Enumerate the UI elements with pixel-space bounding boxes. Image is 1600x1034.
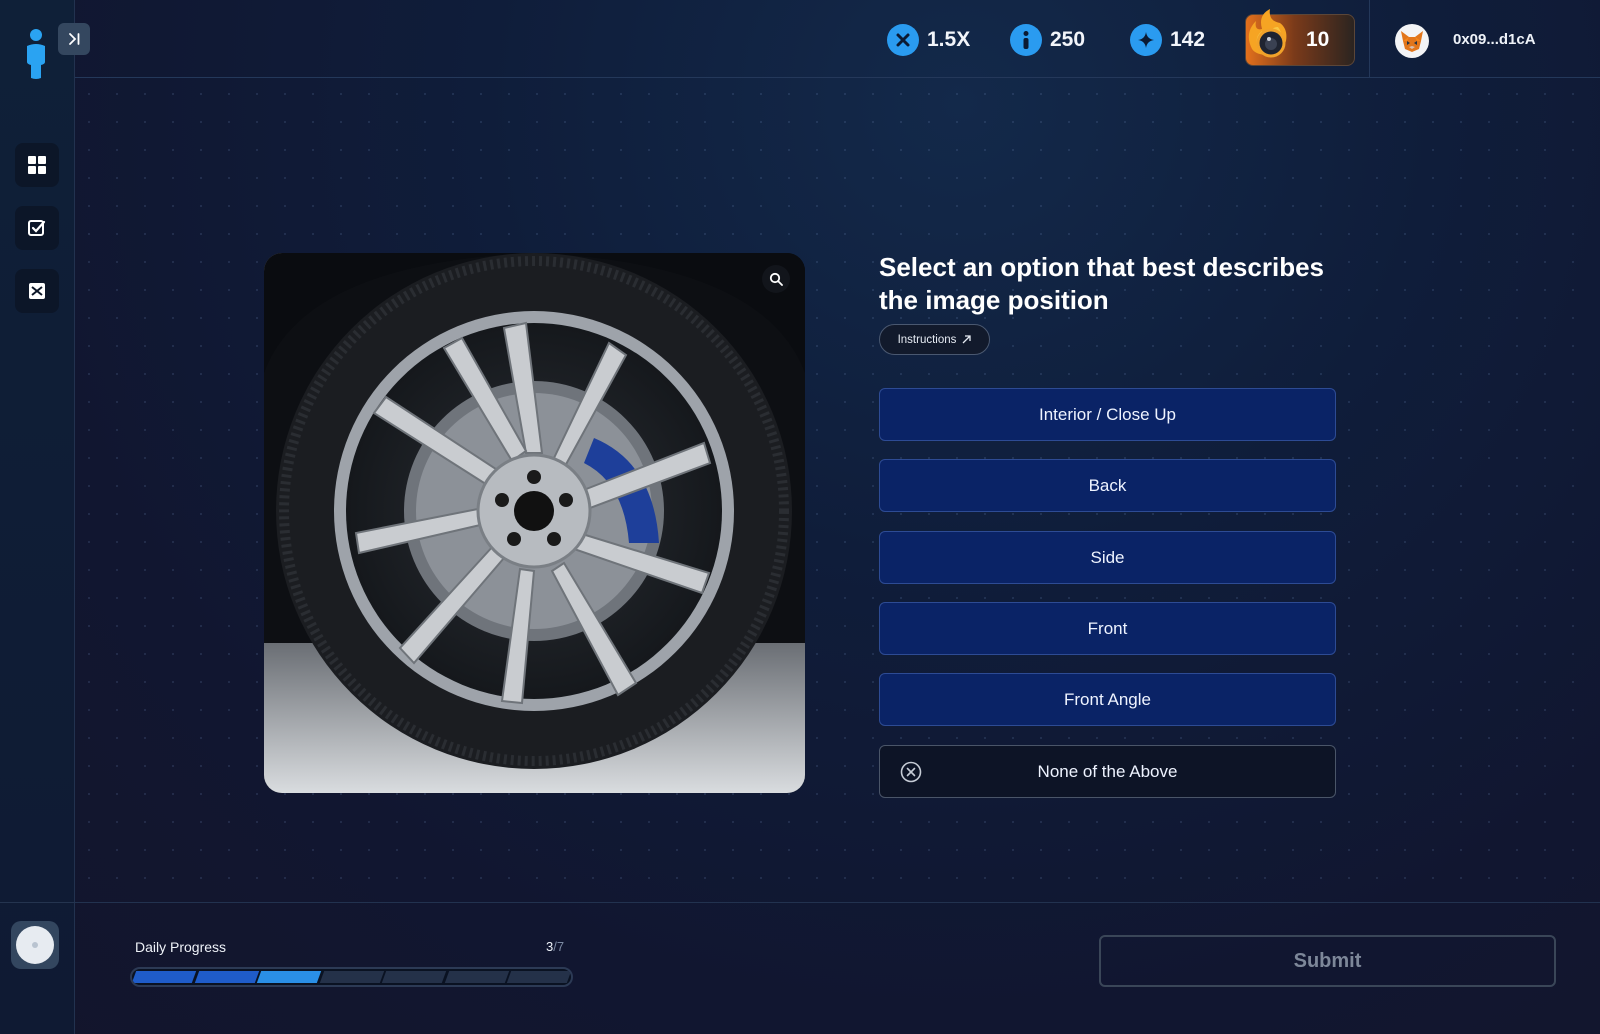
option-front[interactable]: Front bbox=[879, 602, 1336, 655]
progress-segment bbox=[382, 971, 447, 983]
sidebar-item-dashboard[interactable] bbox=[15, 143, 59, 187]
info-icon bbox=[1010, 24, 1042, 56]
task-image bbox=[264, 253, 805, 793]
option-label: None of the Above bbox=[1037, 761, 1178, 781]
wallet-address[interactable]: 0x09...d1cA bbox=[1453, 31, 1536, 48]
sidebar-item-tasks[interactable] bbox=[15, 206, 59, 250]
gems-stat: 142 bbox=[1130, 23, 1205, 57]
header-divider bbox=[1369, 0, 1370, 78]
sidebar-item-image-tasks[interactable] bbox=[15, 269, 59, 313]
daily-progress-count: 3/7 bbox=[546, 939, 564, 954]
multiplier-value: 1.5X bbox=[927, 28, 971, 51]
progress-segment bbox=[444, 971, 509, 983]
option-label: Back bbox=[1088, 475, 1127, 495]
external-link-icon bbox=[962, 335, 972, 344]
option-front-angle[interactable]: Front Angle bbox=[879, 673, 1336, 726]
option-back[interactable]: Back bbox=[879, 459, 1336, 512]
multiplier-icon bbox=[887, 24, 919, 56]
instructions-label: Instructions bbox=[897, 333, 957, 346]
option-interior-close-up[interactable]: Interior / Close Up bbox=[879, 388, 1336, 441]
gems-value: 142 bbox=[1170, 28, 1206, 51]
option-side[interactable]: Side bbox=[879, 531, 1336, 584]
footer-divider bbox=[75, 902, 1600, 903]
sparkle-icon bbox=[1130, 24, 1162, 56]
daily-progress-label: Daily Progress bbox=[135, 939, 227, 955]
flame-icon bbox=[1248, 9, 1287, 58]
option-label: Front bbox=[1087, 618, 1128, 638]
progress-segment bbox=[194, 971, 259, 983]
wallet-avatar[interactable] bbox=[1395, 24, 1429, 58]
progress-segment bbox=[132, 971, 196, 983]
progress-total: /7 bbox=[553, 939, 565, 954]
points-value: 250 bbox=[1050, 28, 1086, 51]
submit-button[interactable]: Submit bbox=[1099, 935, 1556, 987]
option-label: Front Angle bbox=[1064, 689, 1151, 709]
streak-badge[interactable]: 10 bbox=[1245, 9, 1355, 66]
option-none-of-the-above[interactable]: None of the Above bbox=[879, 745, 1336, 798]
magnifier-icon bbox=[769, 272, 783, 286]
avatar bbox=[16, 926, 54, 964]
option-label: Side bbox=[1090, 547, 1125, 567]
progress-segment bbox=[256, 971, 321, 983]
streak-value: 10 bbox=[1306, 28, 1330, 51]
sidebar bbox=[0, 0, 75, 1034]
daily-progress-bar bbox=[130, 967, 573, 987]
car-wheel-image bbox=[264, 253, 805, 793]
collapse-sidebar-icon bbox=[69, 33, 80, 45]
collapse-sidebar-button[interactable] bbox=[58, 23, 90, 55]
image-task-icon bbox=[29, 283, 45, 299]
progress-segment bbox=[319, 971, 384, 983]
sidebar-divider bbox=[0, 902, 75, 903]
metamask-fox-icon bbox=[1401, 31, 1423, 52]
progress-segment bbox=[507, 971, 571, 983]
dashboard-grid-icon bbox=[28, 156, 46, 174]
instructions-button[interactable]: Instructions bbox=[879, 324, 990, 355]
user-avatar-button[interactable] bbox=[11, 921, 59, 969]
checklist-icon bbox=[28, 220, 46, 236]
logo-icon bbox=[27, 29, 45, 79]
option-label: Interior / Close Up bbox=[1039, 404, 1176, 424]
question-title: Select an option that best describes the… bbox=[879, 252, 1324, 315]
zoom-image-button[interactable] bbox=[762, 265, 790, 293]
points-stat: 250 bbox=[1010, 23, 1085, 57]
top-header bbox=[75, 0, 1600, 78]
multiplier-stat: 1.5X bbox=[887, 23, 970, 57]
submit-label: Submit bbox=[1293, 949, 1362, 972]
circle-x-icon bbox=[900, 761, 922, 783]
